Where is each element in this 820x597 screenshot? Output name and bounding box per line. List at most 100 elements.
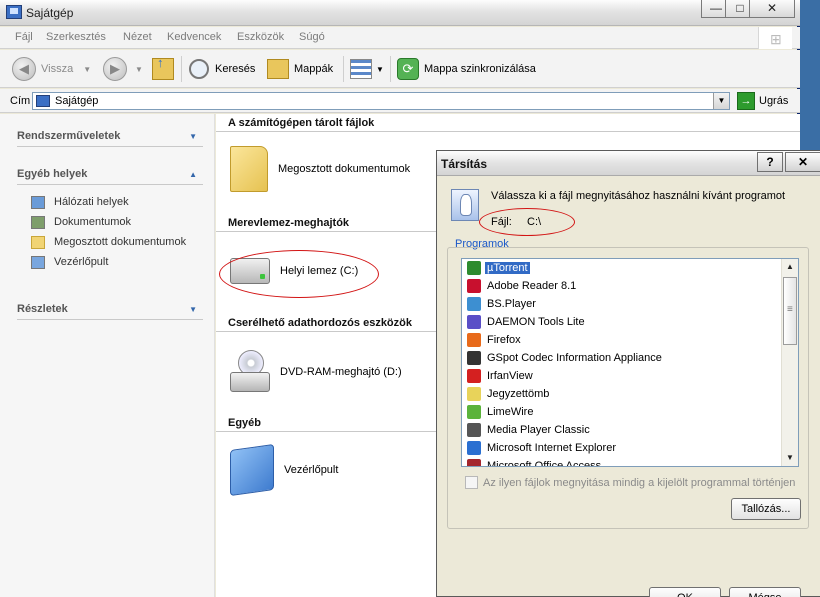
program-icon bbox=[467, 369, 481, 383]
item-control-panel[interactable]: Vezérlőpult bbox=[230, 443, 338, 497]
program-name: BS.Player bbox=[487, 298, 536, 310]
always-use-checkbox[interactable]: Az ilyen fájlok megnyitása mindig a kije… bbox=[465, 476, 795, 489]
item-shared-documents[interactable]: Megosztott dokumentumok bbox=[230, 146, 410, 192]
program-list-item[interactable]: Adobe Reader 8.1 bbox=[462, 277, 798, 295]
forward-button[interactable]: ▶ ▼ bbox=[103, 56, 143, 82]
program-icon bbox=[467, 315, 481, 329]
task-pane: Rendszerműveletek ▼ Egyéb helyek ▲ Hálóz… bbox=[0, 114, 215, 597]
folders-icon bbox=[267, 59, 289, 79]
program-name: Microsoft Internet Explorer bbox=[487, 442, 616, 454]
program-name: µTorrent bbox=[485, 262, 530, 274]
sync-label: Mappa szinkronizálása bbox=[424, 63, 536, 75]
system-tasks-title: Rendszerműveletek bbox=[17, 130, 121, 142]
list-scrollbar[interactable]: ▲ ▼ bbox=[781, 259, 798, 466]
link-control-panel[interactable]: Vezérlőpult bbox=[31, 252, 203, 272]
collapse-arrow-icon[interactable]: ▲ bbox=[189, 170, 197, 179]
details-header[interactable]: Részletek ▼ bbox=[17, 300, 203, 320]
program-list-item[interactable]: µTorrent bbox=[462, 259, 798, 277]
program-list-item[interactable]: Microsoft Office Access bbox=[462, 457, 798, 467]
address-input[interactable]: Sajátgép ▼ bbox=[32, 92, 730, 110]
forward-dropdown-icon[interactable]: ▼ bbox=[135, 65, 143, 74]
program-list-item[interactable]: LimeWire bbox=[462, 403, 798, 421]
address-bar: Cím Sajátgép ▼ → Ugrás bbox=[0, 89, 800, 113]
program-name: LimeWire bbox=[487, 406, 534, 418]
program-list-item[interactable]: Firefox bbox=[462, 331, 798, 349]
link-network-places[interactable]: Hálózati helyek bbox=[31, 192, 203, 212]
program-list-item[interactable]: Microsoft Internet Explorer bbox=[462, 439, 798, 457]
go-button[interactable]: → Ugrás bbox=[737, 92, 788, 110]
scroll-down-icon[interactable]: ▼ bbox=[782, 450, 798, 466]
program-list-item[interactable]: Jegyzettömb bbox=[462, 385, 798, 403]
open-with-icon bbox=[451, 189, 479, 221]
cancel-button[interactable]: Mégse bbox=[729, 587, 801, 597]
program-name: Firefox bbox=[487, 334, 521, 346]
back-label: Vissza bbox=[41, 63, 74, 75]
shared-folder-icon bbox=[31, 235, 45, 249]
program-icon bbox=[467, 423, 481, 437]
menu-favorites[interactable]: Kedvencek bbox=[167, 31, 221, 43]
dialog-instruction: Válassza ki a fájl megnyitásához használ… bbox=[491, 190, 786, 202]
folders-button[interactable]: Mappák bbox=[267, 56, 333, 82]
sync-folder-button[interactable]: ⟳ Mappa szinkronizálása bbox=[397, 56, 536, 82]
details-title: Részletek bbox=[17, 303, 68, 315]
back-dropdown-icon[interactable]: ▼ bbox=[83, 65, 91, 74]
ok-button[interactable]: OK bbox=[649, 587, 721, 597]
program-icon bbox=[467, 297, 481, 311]
up-folder-button[interactable]: ↑ bbox=[152, 55, 174, 82]
link-label: Vezérlőpult bbox=[54, 256, 109, 268]
program-name: Jegyzettömb bbox=[487, 388, 550, 400]
open-with-dialog: Társítás ? ✕ Válassza ki a fájl megnyitá… bbox=[436, 150, 820, 597]
dialog-close-button[interactable]: ✕ bbox=[785, 152, 820, 172]
system-tasks-section: Rendszerműveletek ▼ bbox=[17, 127, 203, 147]
menu-bar: Fájl Szerkesztés Nézet Kedvencek Eszközö… bbox=[0, 27, 800, 49]
help-button[interactable]: ? bbox=[757, 152, 783, 172]
sync-icon: ⟳ bbox=[397, 58, 419, 80]
program-name: Adobe Reader 8.1 bbox=[487, 280, 577, 292]
program-list-item[interactable]: BS.Player bbox=[462, 295, 798, 313]
dialog-title-bar[interactable]: Társítás ? ✕ bbox=[437, 151, 820, 176]
program-list-item[interactable]: DAEMON Tools Lite bbox=[462, 313, 798, 331]
item-label: DVD-RAM-meghajtó (D:) bbox=[280, 366, 402, 378]
checkbox-box[interactable] bbox=[465, 476, 478, 489]
address-dropdown-icon[interactable]: ▼ bbox=[713, 93, 729, 109]
back-button[interactable]: ◀ Vissza ▼ bbox=[12, 56, 91, 82]
go-arrow-icon: → bbox=[737, 92, 755, 110]
program-list-item[interactable]: Media Player Classic bbox=[462, 421, 798, 439]
programs-list[interactable]: µTorrent Adobe Reader 8.1 BS.Player DAEMON … bbox=[461, 258, 799, 467]
program-icon bbox=[467, 333, 481, 347]
views-button[interactable]: ▼ bbox=[350, 56, 384, 82]
windows-flag-icon: ⊞ bbox=[770, 31, 782, 47]
menu-help[interactable]: Súgó bbox=[299, 31, 325, 43]
other-places-header[interactable]: Egyéb helyek ▲ bbox=[17, 165, 203, 185]
program-list-item[interactable]: IrfanView bbox=[462, 367, 798, 385]
program-icon bbox=[467, 441, 481, 455]
browse-button[interactable]: Tallózás... bbox=[731, 498, 801, 520]
menu-edit[interactable]: Szerkesztés bbox=[46, 31, 106, 43]
expand-arrow-icon[interactable]: ▼ bbox=[189, 132, 197, 141]
folder-up-icon: ↑ bbox=[152, 55, 174, 80]
system-tasks-header[interactable]: Rendszerműveletek ▼ bbox=[17, 127, 203, 147]
highlight-ellipse bbox=[219, 250, 379, 298]
close-button[interactable]: ✕ bbox=[749, 0, 795, 18]
menu-file[interactable]: Fájl bbox=[15, 31, 33, 43]
scroll-thumb[interactable] bbox=[783, 277, 797, 345]
search-label: Keresés bbox=[215, 63, 256, 75]
program-list-item[interactable]: GSpot Codec Information Appliance bbox=[462, 349, 798, 367]
link-documents[interactable]: Dokumentumok bbox=[31, 212, 203, 232]
views-dropdown-icon: ▼ bbox=[376, 64, 384, 74]
other-places-section: Egyéb helyek ▲ Hálózati helyek Dokumentu… bbox=[17, 165, 203, 272]
link-shared-documents[interactable]: Megosztott dokumentumok bbox=[31, 232, 203, 252]
expand-arrow-icon[interactable]: ▼ bbox=[189, 305, 197, 314]
network-places-icon bbox=[31, 195, 45, 209]
scroll-up-icon[interactable]: ▲ bbox=[782, 259, 798, 275]
program-name: Microsoft Office Access bbox=[487, 460, 602, 467]
dvd-drive-icon bbox=[230, 350, 270, 394]
address-label: Cím bbox=[10, 95, 31, 107]
search-icon bbox=[189, 59, 209, 79]
menu-view[interactable]: Nézet bbox=[123, 31, 152, 43]
menu-tools[interactable]: Eszközök bbox=[237, 31, 284, 43]
title-bar[interactable]: Sajátgép — □ ✕ bbox=[0, 0, 800, 26]
search-button[interactable]: Keresés bbox=[189, 56, 255, 82]
item-dvd-drive[interactable]: DVD-RAM-meghajtó (D:) bbox=[230, 350, 402, 394]
program-name: DAEMON Tools Lite bbox=[487, 316, 585, 328]
